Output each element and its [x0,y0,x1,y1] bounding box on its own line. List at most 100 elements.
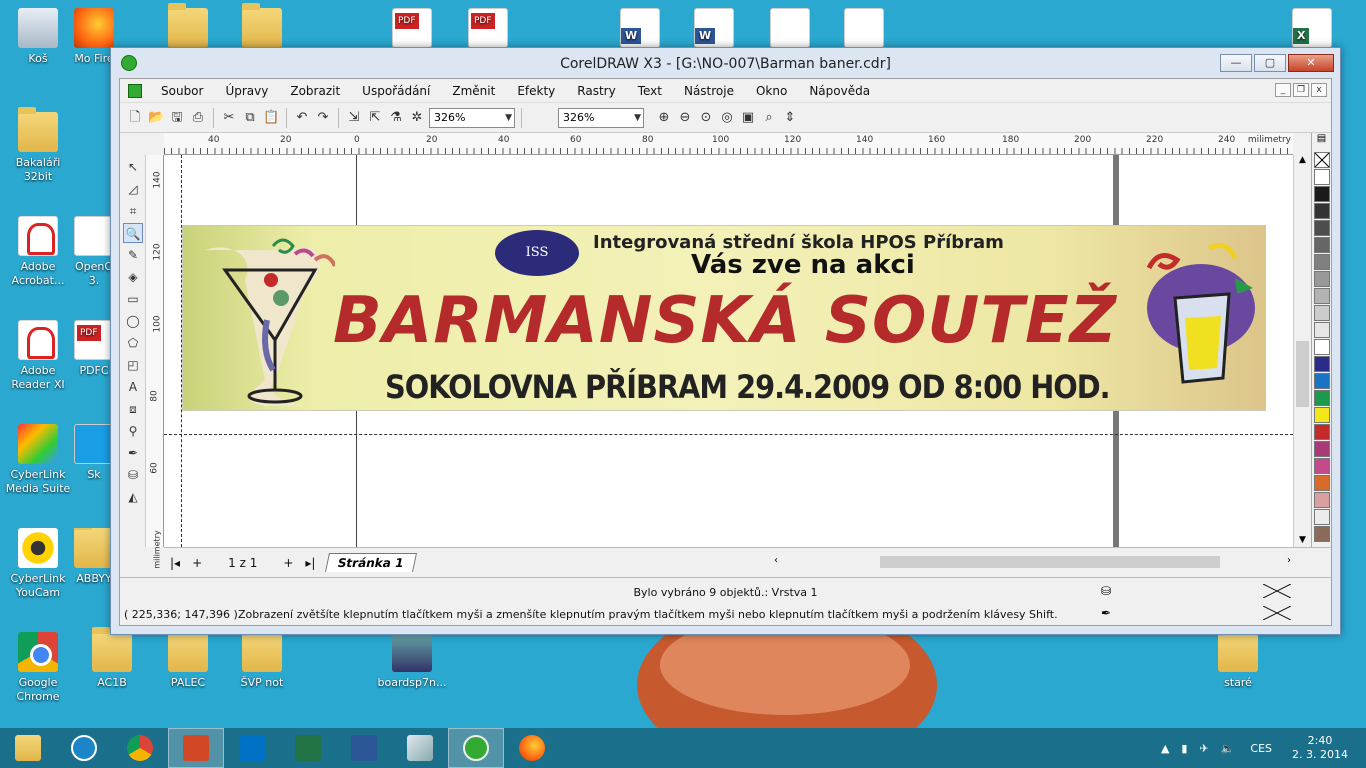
desktop-icon-bakalari[interactable]: Bakaláři 32bit [0,107,76,184]
interactive-fill-icon[interactable]: ◭ [123,487,143,507]
zoom-out-icon[interactable]: ⊖ [676,109,694,127]
doc-close-button[interactable]: x [1311,83,1327,97]
crop-tool-icon[interactable]: ⌗ [123,201,143,221]
polygon-tool-icon[interactable]: ⬠ [123,333,143,353]
desktop-icon-boardsp[interactable]: boardsp7n... [374,632,450,690]
color-swatch[interactable] [1314,254,1330,270]
menu-napoveda[interactable]: Nápověda [798,84,881,98]
desktop-icon-acrobat[interactable]: Adobe Acrobat... [0,216,76,288]
desktop-icon-top-word-1[interactable] [602,8,678,52]
taskbar-chrome[interactable] [112,728,168,768]
color-swatch[interactable] [1314,169,1330,185]
taskbar-powerpoint[interactable] [168,728,224,768]
add-page-icon[interactable]: + [186,556,208,570]
color-swatch[interactable] [1314,220,1330,236]
color-swatch[interactable] [1314,441,1330,457]
no-fill-swatch[interactable] [1314,152,1330,168]
horizontal-scrollbar[interactable]: ‹ › [774,555,1291,569]
desktop-icon-top-pdf-2[interactable] [450,8,526,52]
document-icon[interactable] [128,83,142,98]
ellipse-tool-icon[interactable]: ◯ [123,311,143,331]
color-swatch[interactable] [1314,186,1330,202]
desktop-icon-chrome[interactable]: Google Chrome [0,632,76,704]
menu-soubor[interactable]: Soubor [150,84,214,98]
desktop-icon-top-word-2[interactable] [676,8,752,52]
taskbar-word[interactable] [336,728,392,768]
eyedropper-tool-icon[interactable]: ⚲ [123,421,143,441]
taskbar-explorer[interactable] [0,728,56,768]
clock[interactable]: 2:40 2. 3. 2014 [1292,734,1348,762]
zoom-combo-1[interactable]: 326% ▼ [429,107,515,128]
tab-page-1[interactable]: Stránka 1 [325,553,418,572]
color-swatch[interactable] [1314,322,1330,338]
shape-tool-icon[interactable]: ◿ [123,179,143,199]
color-swatch[interactable] [1314,271,1330,287]
menu-text[interactable]: Text [627,84,673,98]
freehand-tool-icon[interactable]: ✎ [123,245,143,265]
taskbar-excel[interactable] [280,728,336,768]
maximize-button[interactable]: ▢ [1254,54,1286,72]
taskbar-coreldraw[interactable] [448,728,504,768]
last-page-icon[interactable]: ▸| [299,556,321,570]
taskbar-app[interactable] [392,728,448,768]
drawing-canvas[interactable]: ISS Integrovaná střední škola HPOS Příbr… [164,155,1293,547]
color-swatch[interactable] [1314,509,1330,525]
desktop-icon-svp[interactable]: ŠVP not [224,627,300,690]
desktop-icon-top-excel[interactable] [1274,8,1350,52]
title-bar[interactable]: CorelDRAW X3 - [G:\NO-007\Barman baner.c… [111,48,1340,78]
fill-none-icon[interactable] [1262,583,1292,599]
color-swatch[interactable] [1314,237,1330,253]
color-swatch[interactable] [1314,356,1330,372]
launcher-icon[interactable]: ⚗ [387,109,405,127]
zoom-tool-icon[interactable]: 🔍 [123,223,143,243]
scroll-up-icon[interactable]: ▲ [1294,155,1311,165]
menu-zmenit[interactable]: Změnit [441,84,506,98]
desktop-icon-ac1b[interactable]: AC1B [74,627,150,690]
horizontal-ruler[interactable]: 40 20 0 20 40 60 80 100 120 140 160 180 … [164,133,1293,155]
open-icon[interactable]: 📂 [147,109,165,127]
redo-icon[interactable]: ↷ [314,109,332,127]
copy-icon[interactable]: ⧉ [241,109,259,127]
color-swatch[interactable] [1314,390,1330,406]
desktop-icon-reader[interactable]: Adobe Reader XI [0,320,76,392]
desktop-icon-abbyy[interactable]: ABBYY [74,528,114,586]
color-swatch[interactable] [1314,305,1330,321]
menu-efekty[interactable]: Efekty [506,84,566,98]
desktop-icon-skype[interactable]: Sk [74,424,114,482]
zoom-height-icon[interactable]: ⇕ [781,109,799,127]
scrollbar-thumb[interactable] [880,556,1220,568]
desktop-icon-palec[interactable]: PALEC [150,627,226,690]
desktop-icon-pdfc[interactable]: PDFC [74,320,114,378]
color-swatch[interactable] [1314,339,1330,355]
taskbar-outlook[interactable] [224,728,280,768]
desktop-icon-top-pdf-1[interactable] [374,8,450,52]
desktop-icon-top-folder-1[interactable] [150,3,226,52]
outline-indicator-icon[interactable]: ✒ [1101,606,1111,620]
zoom-in-icon[interactable]: ⊕ [655,109,673,127]
desktop-icon-top-file-2[interactable] [826,8,902,52]
export-icon[interactable]: ⇱ [366,109,384,127]
scroll-left-icon[interactable]: ‹ [774,555,778,566]
menu-usporadani[interactable]: Uspořádání [351,84,441,98]
print-icon[interactable]: ⎙ [189,109,207,127]
first-page-icon[interactable]: |◂ [164,556,186,570]
pick-tool-icon[interactable]: ↖ [123,157,143,177]
menu-zobrazit[interactable]: Zobrazit [279,84,351,98]
taskbar-firefox[interactable] [504,728,560,768]
new-icon[interactable]: 🗋 [126,109,144,127]
color-swatch[interactable] [1314,424,1330,440]
battery-icon[interactable]: ▮ [1181,742,1187,755]
zoom-width-icon[interactable]: ⌕ [760,109,778,127]
zoom-all-icon[interactable]: ◎ [718,109,736,127]
language-indicator[interactable]: CES [1250,742,1272,755]
vertical-ruler[interactable]: 140 120 100 80 60 milimetry [146,155,164,569]
banner-artwork[interactable]: ISS Integrovaná střední škola HPOS Příbr… [182,225,1266,411]
show-hidden-icons-icon[interactable]: ▲ [1161,742,1169,755]
text-tool-icon[interactable]: A [123,377,143,397]
outline-tool-icon[interactable]: ✒ [123,443,143,463]
basic-shapes-icon[interactable]: ◰ [123,355,143,375]
undo-icon[interactable]: ↶ [293,109,311,127]
welcome-icon[interactable]: ✲ [408,109,426,127]
color-swatch[interactable] [1314,288,1330,304]
desktop-icon-top-file-1[interactable] [752,8,828,52]
